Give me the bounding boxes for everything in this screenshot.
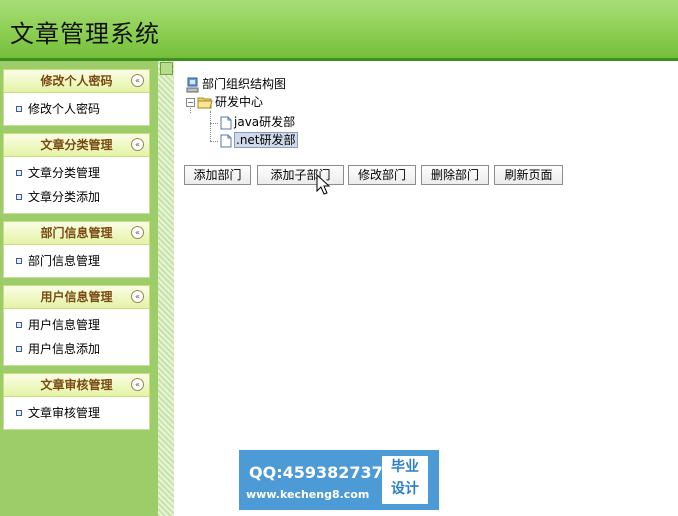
menu-group-title: 部门信息管理 bbox=[40, 226, 113, 240]
menu-item-label: 部门信息管理 bbox=[28, 254, 101, 268]
mouse-cursor-icon bbox=[316, 174, 330, 195]
tree-node-java[interactable]: java研发部 bbox=[220, 113, 295, 131]
bullet-icon bbox=[16, 345, 22, 352]
menu-item-change-password[interactable]: 修改个人密码 bbox=[4, 97, 149, 121]
computer-icon bbox=[186, 77, 199, 92]
watermark-qq: QQ:459382737 bbox=[249, 463, 383, 482]
splitter-toggle-button[interactable] bbox=[160, 62, 173, 75]
menu-group-body: 用户信息管理 用户信息添加 bbox=[3, 309, 150, 366]
collapse-icon[interactable]: « bbox=[131, 74, 144, 87]
menu-group-title: 文章分类管理 bbox=[40, 138, 113, 152]
menu-group-body: 部门信息管理 bbox=[3, 245, 150, 278]
bullet-icon bbox=[16, 105, 22, 112]
collapse-icon[interactable]: « bbox=[131, 138, 144, 151]
delete-department-button[interactable]: 删除部门 bbox=[421, 165, 489, 185]
menu-group-header[interactable]: 部门信息管理 « bbox=[3, 221, 150, 245]
menu-group-header[interactable]: 文章审核管理 « bbox=[3, 373, 150, 397]
collapse-icon[interactable]: « bbox=[131, 378, 144, 391]
tree-node-label: java研发部 bbox=[234, 115, 296, 129]
menu-item-label: 用户信息管理 bbox=[28, 318, 101, 332]
folder-open-icon bbox=[197, 97, 213, 109]
menu-item-label: 文章分类管理 bbox=[28, 166, 101, 180]
menu-item-category-manage[interactable]: 文章分类管理 bbox=[4, 161, 149, 185]
sidebar: 修改个人密码 « 修改个人密码 文章分类管理 « 文章分类管理 文章分类添加 部… bbox=[0, 61, 158, 516]
menu-item-user-manage[interactable]: 用户信息管理 bbox=[4, 313, 149, 337]
menu-item-department-manage[interactable]: 部门信息管理 bbox=[4, 249, 149, 273]
menu-item-label: 文章审核管理 bbox=[28, 406, 101, 420]
collapse-icon[interactable]: « bbox=[131, 290, 144, 303]
document-icon bbox=[220, 134, 232, 147]
document-icon bbox=[220, 116, 232, 129]
tree-root-label: 部门组织结构图 bbox=[202, 77, 287, 91]
menu-group-title: 文章审核管理 bbox=[40, 378, 113, 392]
menu-group-header[interactable]: 文章分类管理 « bbox=[3, 133, 150, 157]
add-sub-department-button[interactable]: 添加子部门 bbox=[257, 165, 344, 185]
menu-item-article-review[interactable]: 文章审核管理 bbox=[4, 401, 149, 425]
refresh-page-button[interactable]: 刷新页面 bbox=[494, 165, 563, 185]
menu-item-label: 用户信息添加 bbox=[28, 342, 101, 356]
menu-item-category-add[interactable]: 文章分类添加 bbox=[4, 185, 149, 209]
tree-node-dotnet[interactable]: .net研发部 bbox=[220, 131, 298, 149]
menu-group-password: 修改个人密码 « 修改个人密码 bbox=[3, 69, 150, 126]
bullet-icon bbox=[16, 193, 22, 200]
tree-connector bbox=[210, 123, 218, 124]
add-department-button[interactable]: 添加部门 bbox=[184, 165, 251, 185]
tree-connector bbox=[210, 141, 218, 142]
watermark-url: www.kecheng8.com bbox=[246, 488, 370, 501]
main-content: 部门组织结构图 − 研发中心 java研发部 .net研发部 添加部门 添加子部… bbox=[174, 61, 678, 516]
tree-node-label: 研发中心 bbox=[215, 95, 264, 109]
watermark-badge-line2: 设计 bbox=[391, 481, 419, 497]
bullet-icon bbox=[16, 169, 22, 176]
menu-group-user: 用户信息管理 « 用户信息管理 用户信息添加 bbox=[3, 285, 150, 366]
menu-item-label: 修改个人密码 bbox=[28, 102, 101, 116]
tree-node-rd-center[interactable]: − 研发中心 bbox=[186, 93, 263, 111]
tree-collapse-icon[interactable]: − bbox=[186, 98, 195, 107]
app-title: 文章管理系统 bbox=[10, 20, 160, 48]
watermark-badge-line1: 毕业 bbox=[391, 459, 419, 475]
tree-root[interactable]: 部门组织结构图 bbox=[186, 75, 286, 93]
menu-item-label: 文章分类添加 bbox=[28, 190, 101, 204]
tree-connector bbox=[210, 111, 211, 141]
sidebar-splitter[interactable] bbox=[158, 61, 174, 516]
menu-group-article-review: 文章审核管理 « 文章审核管理 bbox=[3, 373, 150, 430]
bullet-icon bbox=[16, 257, 22, 264]
menu-group-title: 修改个人密码 bbox=[40, 74, 113, 88]
menu-group-body: 修改个人密码 bbox=[3, 93, 150, 126]
menu-group-header[interactable]: 修改个人密码 « bbox=[3, 69, 150, 93]
tree-node-label-selected: .net研发部 bbox=[234, 132, 298, 148]
menu-group-header[interactable]: 用户信息管理 « bbox=[3, 285, 150, 309]
bullet-icon bbox=[16, 409, 22, 416]
watermark-badge: 毕业 设计 bbox=[382, 456, 428, 504]
menu-group-department: 部门信息管理 « 部门信息管理 bbox=[3, 221, 150, 278]
menu-item-user-add[interactable]: 用户信息添加 bbox=[4, 337, 149, 361]
menu-group-article-category: 文章分类管理 « 文章分类管理 文章分类添加 bbox=[3, 133, 150, 214]
app-header: 文章管理系统 bbox=[0, 0, 678, 58]
watermark-banner: QQ:459382737 www.kecheng8.com 毕业 设计 bbox=[239, 450, 439, 510]
collapse-icon[interactable]: « bbox=[131, 226, 144, 239]
edit-department-button[interactable]: 修改部门 bbox=[348, 165, 416, 185]
menu-group-title: 用户信息管理 bbox=[40, 290, 113, 304]
bullet-icon bbox=[16, 321, 22, 328]
menu-group-body: 文章分类管理 文章分类添加 bbox=[3, 157, 150, 214]
menu-group-body: 文章审核管理 bbox=[3, 397, 150, 430]
